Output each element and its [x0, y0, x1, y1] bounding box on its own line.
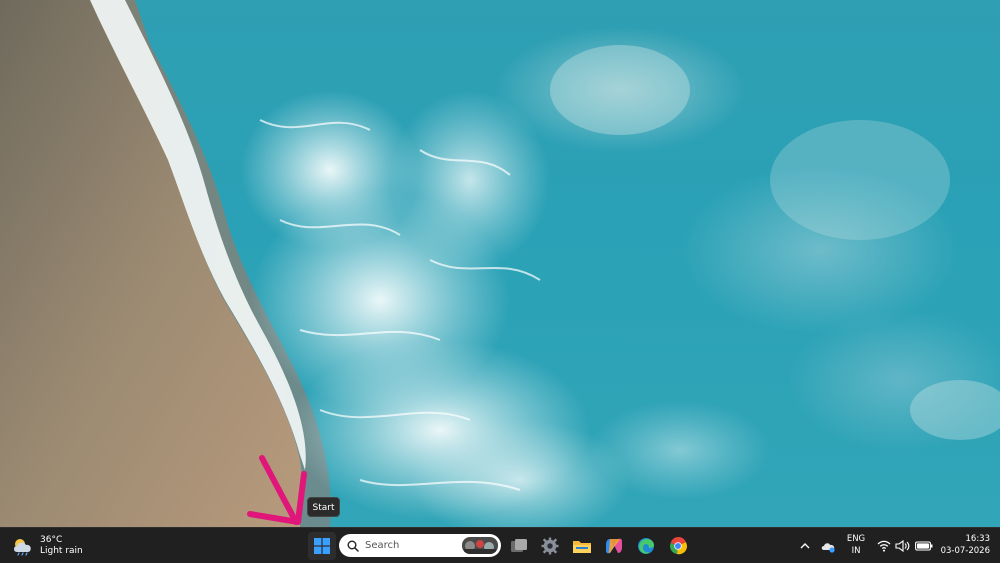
weather-temperature: 36°C: [40, 535, 63, 545]
chrome-icon: [669, 537, 687, 555]
language-indicator[interactable]: ENG IN: [842, 533, 870, 557]
show-hidden-icons-button[interactable]: [796, 532, 814, 560]
copilot-icon: [606, 538, 622, 554]
battery-icon: [915, 541, 933, 551]
cloud-rain-icon: [14, 539, 31, 556]
quick-settings-button[interactable]: [876, 532, 934, 560]
volume-icon: [895, 540, 910, 552]
clock[interactable]: 16:33 03-07-2026: [934, 533, 990, 557]
wifi-icon: [877, 540, 891, 552]
language-code: ENG: [846, 534, 866, 544]
file-explorer-button[interactable]: [568, 532, 596, 560]
edge-icon: [638, 538, 654, 554]
weather-condition: Light rain: [40, 546, 83, 556]
edge-button[interactable]: [632, 532, 660, 560]
taskbar: 36°C Light rain Search ENG IN 16:33 03-0…: [0, 527, 1000, 563]
search-input[interactable]: [365, 540, 455, 551]
start-tooltip: Start: [307, 497, 340, 517]
clock-time: 16:33: [965, 534, 991, 544]
chrome-button[interactable]: [664, 532, 692, 560]
annotation-arrow: [247, 455, 307, 525]
task-view-icon: [511, 539, 527, 552]
desktop: Start: [0, 0, 1000, 563]
search-icon: [347, 540, 359, 552]
start-button[interactable]: [308, 532, 336, 560]
settings-button[interactable]: [536, 532, 564, 560]
desktop-wallpaper: [0, 0, 1000, 527]
clock-date: 03-07-2026: [940, 546, 990, 556]
language-region: IN: [851, 546, 861, 556]
windows-logo-icon: [314, 538, 330, 554]
search-highlight-image[interactable]: [462, 537, 498, 554]
weather-widget[interactable]: 36°C Light rain: [12, 532, 83, 560]
cloud-sync-icon: [821, 543, 835, 553]
chevron-up-icon: [800, 543, 810, 549]
task-view-button[interactable]: [505, 532, 533, 560]
gear-icon: [541, 537, 559, 555]
onedrive-tray-button[interactable]: [818, 532, 838, 560]
folder-icon: [573, 541, 591, 553]
copilot-button[interactable]: [600, 532, 628, 560]
taskbar-search[interactable]: [339, 534, 501, 557]
